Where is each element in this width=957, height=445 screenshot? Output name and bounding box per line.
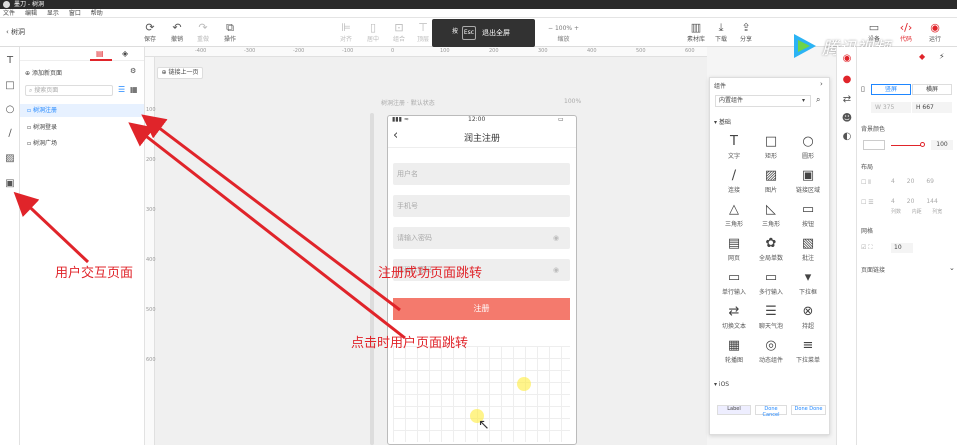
arrow-register-success: [141, 114, 401, 312]
annotation-user-page: 用户交互页面: [55, 266, 134, 281]
arrow-to-link-tool: [13, 191, 90, 264]
annotation-arrows: [13, 114, 406, 340]
arrow-click-jump: [128, 122, 406, 340]
annotation-register-success: 注册成功页面跳转: [378, 266, 483, 281]
annotation-click-jump: 点击时用户页面跳转: [351, 336, 469, 351]
